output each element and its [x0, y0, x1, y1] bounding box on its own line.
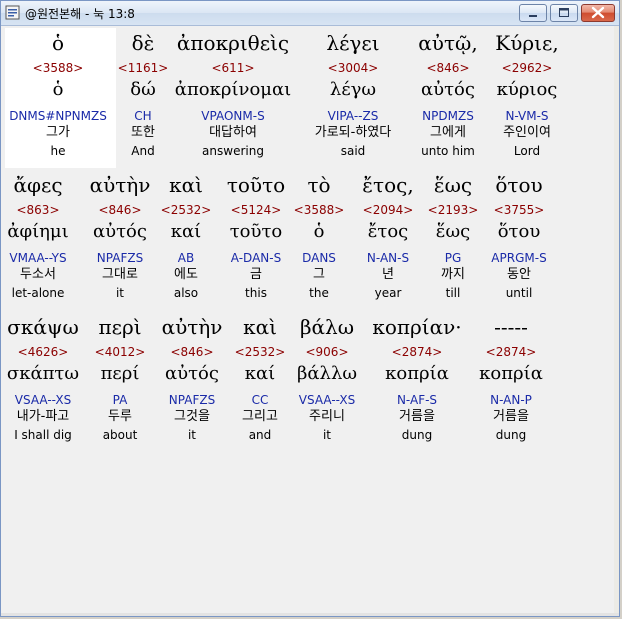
app-window: @원전본해 - 눅 13:8 ὁ <3588> ὁ DNMS#NPNMZS 그가… [0, 0, 620, 617]
app-icon[interactable] [5, 5, 20, 20]
english-gloss: dung [495, 428, 527, 442]
word-cell[interactable]: τὸ <3588> ὁ DANS 그 the [294, 170, 345, 310]
minimize-icon [529, 15, 537, 17]
word-cell[interactable]: ἀποκριθεὶς <611> ἀποκρίνομαι VPAONM-S 대답… [175, 28, 291, 168]
word-cell[interactable]: λέγει <3004> λέγω VIPA--ZS 가로되-하였다 said [303, 28, 403, 168]
lemma: ὅτου [497, 221, 541, 242]
english-gloss: until [505, 286, 533, 300]
lemma: ἀποκρίνομαι [174, 79, 292, 100]
maximize-icon [559, 8, 569, 17]
maximize-button[interactable] [550, 4, 578, 22]
strong-number[interactable]: <2962> [471, 61, 583, 75]
window-bottom-edge [1, 613, 619, 616]
lemma: κύριος [496, 79, 558, 100]
verse-line-2: ἄφες <863> ἀφίημι VMAA--YS 두소서 let-alone… [5, 170, 615, 310]
english-gloss: answering [202, 144, 264, 158]
strong-number[interactable]: <2874> [458, 345, 564, 359]
minimize-button[interactable] [519, 4, 547, 22]
word-cell[interactable]: Κύριε, <2962> κύριος N-VM-S 주인이여 Lord [491, 28, 563, 168]
close-button[interactable] [581, 4, 615, 22]
korean-gloss: 주인이여 [503, 125, 551, 140]
strong-number[interactable]: <611> [163, 61, 303, 75]
word-cell[interactable]: βάλω <906> βάλλω VSAA--XS 주리니 it [294, 312, 360, 452]
word-cell[interactable]: ὁ <3588> ὁ DNMS#NPNMZS 그가 he [8, 28, 108, 168]
interlinear-view[interactable]: ὁ <3588> ὁ DNMS#NPNMZS 그가 he δὲ <1161> δ… [5, 28, 615, 612]
korean-gloss: 동안 [507, 267, 531, 282]
parsing-code: N-VM-S [505, 109, 549, 123]
korean-gloss: 대답하여 [209, 125, 257, 140]
vertical-scrollbar[interactable] [614, 26, 619, 614]
word-cell[interactable]: ἄφες <863> ἀφίημι VMAA--YS 두소서 let-alone [7, 170, 68, 310]
parsing-code: N-AN-P [490, 393, 532, 407]
greek-word: ὅτου [495, 173, 543, 197]
greek-word: Κύριε, [495, 31, 559, 55]
verse-line-1: ὁ <3588> ὁ DNMS#NPNMZS 그가 he δὲ <1161> δ… [5, 28, 615, 168]
lemma: κοπρία [479, 363, 543, 384]
word-cell[interactable]: ὅτου <3755> ὅτου APRGM-S 동안 until [488, 170, 550, 310]
greek-word: ἀποκριθεὶς [176, 31, 290, 55]
word-cell[interactable]: σκάψω <4626> σκάπτω VSAA--XS 내가-파고 I sha… [7, 312, 79, 452]
title-bar[interactable]: @원전본해 - 눅 13:8 [1, 1, 619, 26]
english-gloss: Lord [513, 144, 541, 158]
parsing-code: APRGM-S [491, 251, 547, 265]
word-cell[interactable]: κοπρίαν· <2874> κοπρία N-AF-S 거름을 dung [372, 312, 461, 452]
word-cell[interactable]: δὲ <1161> δώ CH 또한 And [118, 28, 169, 168]
verse-line-3: σκάψω <4626> σκάπτω VSAA--XS 내가-파고 I sha… [5, 312, 615, 452]
korean-gloss: 거름을 [493, 409, 529, 424]
word-cell[interactable]: ----- <2874> κοπρία N-AN-P 거름을 dung [478, 312, 544, 452]
parsing-code: VPAONM-S [201, 109, 265, 123]
strong-number[interactable]: <3755> [468, 203, 570, 217]
close-icon [591, 6, 605, 19]
greek-word: ----- [494, 315, 528, 339]
window-title: @원전본해 - 눅 13:8 [25, 7, 135, 21]
